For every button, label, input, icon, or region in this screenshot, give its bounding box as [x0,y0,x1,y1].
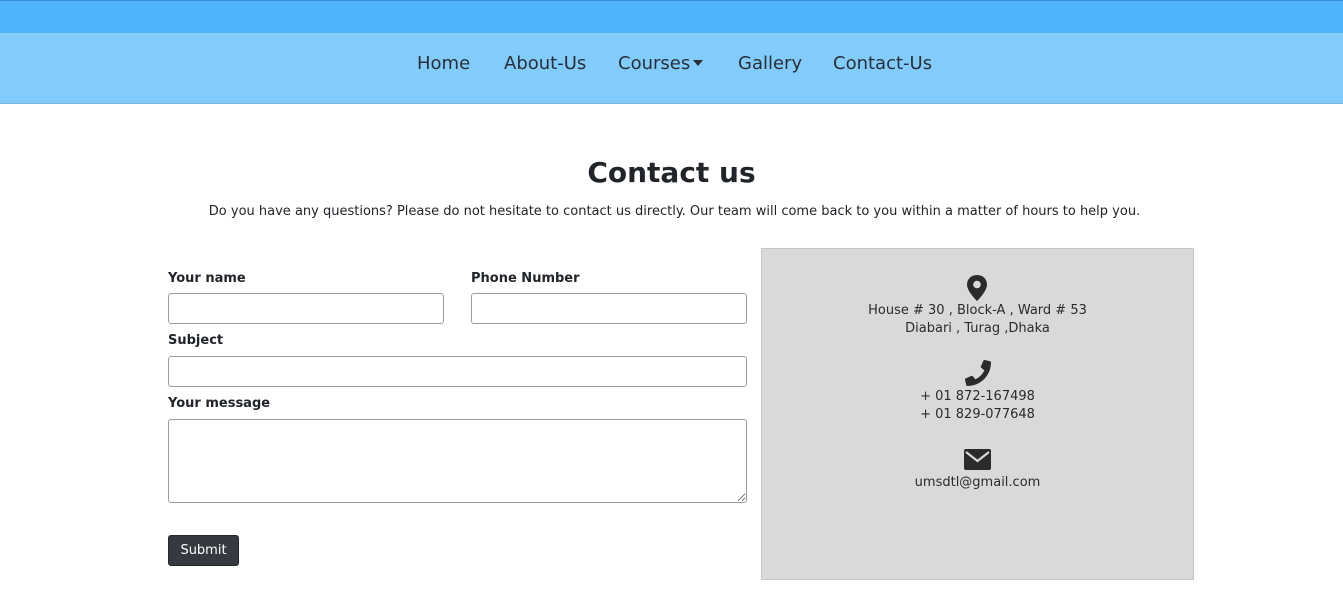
message-label: Your message [168,396,271,411]
envelope-icon [964,449,991,470]
subject-input[interactable] [168,356,747,387]
caret-down-icon [693,60,704,66]
contact-info-panel: House # 30 , Block-A , Ward # 53 Diabari… [761,248,1194,580]
top-strip [0,0,1343,33]
phone-icon [965,360,991,386]
map-marker-icon [967,275,987,301]
phone-number-2: + 01 829-077648 [920,407,1035,422]
nav-contact-link[interactable]: Contact-Us [833,52,932,76]
page-title: Contact us [587,156,756,189]
main-navbar: Home About-Us Courses Gallery Contact-Us [0,33,1343,104]
phone-label: Phone Number [471,271,580,286]
address-line-1: House # 30 , Block-A , Ward # 53 [868,303,1087,318]
subject-label: Subject [168,333,224,348]
phone-number-1: + 01 872-167498 [920,389,1035,404]
address-line-2: Diabari , Turag ,Dhaka [905,321,1050,336]
page-subtitle: Do you have any questions? Please do not… [208,204,1141,219]
nav-gallery-link[interactable]: Gallery [738,52,802,76]
message-textarea[interactable] [168,419,747,503]
nav-home-link[interactable]: Home [417,52,470,76]
nav-courses-label: Courses [618,53,691,74]
nav-courses-dropdown[interactable]: Courses [618,52,704,76]
email-address: umsdtl@gmail.com [914,475,1041,490]
name-input[interactable] [168,293,444,324]
submit-button[interactable]: Submit [168,535,239,566]
nav-about-link[interactable]: About-Us [504,52,586,76]
phone-input[interactable] [471,293,747,324]
name-label: Your name [168,271,246,286]
